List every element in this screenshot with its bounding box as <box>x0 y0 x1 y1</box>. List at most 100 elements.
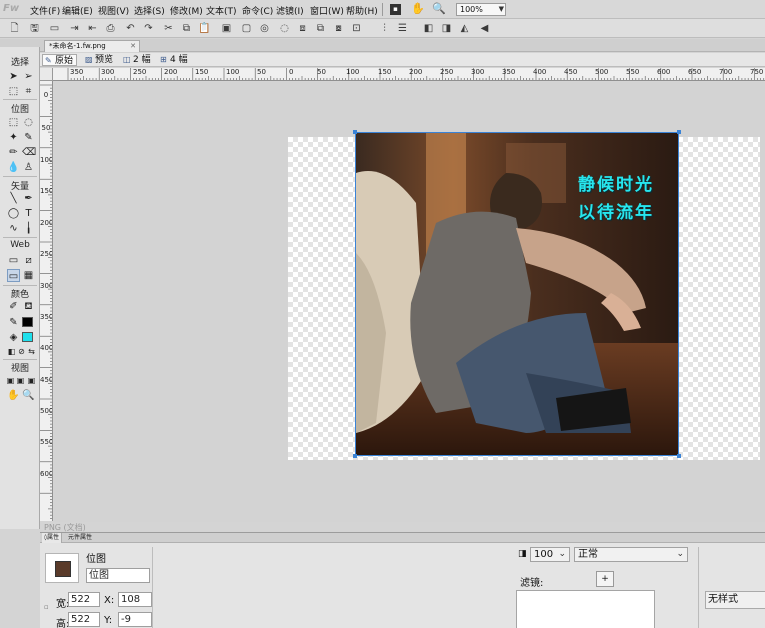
text-tool-icon[interactable]: T <box>22 207 35 220</box>
menu-filters[interactable]: 滤镜(I) <box>276 4 304 17</box>
zoom-icon[interactable]: 🔍 <box>432 2 446 16</box>
menu-commands[interactable]: 命令(C) <box>242 4 273 17</box>
fill-color-icon[interactable]: ◈ <box>7 331 20 344</box>
bring-forward-icon[interactable]: ⧉ <box>314 22 327 35</box>
screen-mode-icon[interactable]: ▪ <box>390 4 401 15</box>
hand-icon[interactable]: ✋ <box>411 2 425 16</box>
view-preview-button[interactable]: ▨ 预览 <box>83 54 116 66</box>
paint-bucket-icon[interactable]: ⛾ <box>22 300 35 313</box>
ruler-corner[interactable] <box>40 68 53 81</box>
align-icon[interactable]: ⫶ <box>378 22 391 35</box>
resize-handle[interactable] <box>677 454 681 458</box>
view-4up-button[interactable]: ⊞ 4 幅 <box>158 54 191 66</box>
fill-color-swatch[interactable] <box>22 332 33 342</box>
eyedropper-tool-icon[interactable]: ✐ <box>7 300 20 313</box>
width-field[interactable]: 522 <box>68 592 100 607</box>
add-filter-button[interactable]: + <box>596 571 614 587</box>
blend-mode-select[interactable]: 正常 ⌄ <box>574 547 688 562</box>
undo-icon[interactable]: ↶ <box>124 22 137 35</box>
crop-tool-icon[interactable]: ⌗ <box>22 85 35 98</box>
magic-wand-icon[interactable]: ✦ <box>7 131 20 144</box>
object-name-field[interactable]: 位图 <box>86 568 150 583</box>
pencil-tool-icon[interactable]: ✏ <box>7 146 20 159</box>
copy-icon[interactable]: ⧉ <box>180 22 193 35</box>
paste-icon[interactable]: 📋 <box>198 22 211 35</box>
pen-tool-icon[interactable]: ✒ <box>22 192 35 205</box>
menu-modify[interactable]: 修改(M) <box>170 4 203 17</box>
new-file-icon[interactable]: 🗋 <box>8 22 21 35</box>
ellipse-tool-icon[interactable]: ◯ <box>7 207 20 220</box>
view-original-button[interactable]: ✎ 原始 <box>42 54 78 66</box>
hotspot-tool-icon[interactable]: ▭ <box>7 254 20 267</box>
bitmap-image[interactable]: 静候时光 以待流年 <box>355 132 679 456</box>
document-tab[interactable]: *未命名-1.fw.png ✕ <box>44 40 140 52</box>
rotate-right-icon[interactable]: ◨ <box>440 22 453 35</box>
align-dropdown-icon[interactable]: ☰ <box>396 22 409 35</box>
stroke-color-swatch[interactable] <box>22 317 33 327</box>
horizontal-ruler[interactable]: 350 300 250 200 150 100 50 0 50 100 150 … <box>53 68 765 81</box>
y-field[interactable]: -9 <box>118 612 152 627</box>
split-icon[interactable]: ◌ <box>278 22 291 35</box>
vertical-ruler[interactable]: 0 50 100 150 200 250 300 350 400 450 500… <box>40 81 53 521</box>
bring-front-icon[interactable]: ⧈ <box>296 22 309 35</box>
hand-tool-icon[interactable]: ✋ <box>7 389 20 402</box>
menu-edit[interactable]: 编辑(E) <box>62 4 93 17</box>
menu-text[interactable]: 文本(T) <box>206 4 237 17</box>
style-select[interactable]: 无样式 <box>705 591 765 609</box>
resize-handle[interactable] <box>677 130 681 134</box>
resize-handle[interactable] <box>353 130 357 134</box>
menu-help[interactable]: 帮助(H) <box>346 4 378 17</box>
marquee-tool-icon[interactable]: ⬚ <box>7 116 20 129</box>
freeform-tool-icon[interactable]: ∿ <box>7 222 20 235</box>
export-icon[interactable]: ⇤ <box>86 22 99 35</box>
tab-symbol-properties[interactable]: 元件属性 <box>66 533 94 543</box>
x-field[interactable]: 108 <box>118 592 152 607</box>
show-slices-icon[interactable]: ▦ <box>22 269 35 282</box>
close-icon[interactable]: ✕ <box>130 41 136 52</box>
scale-tool-icon[interactable]: ⬚ <box>7 85 20 98</box>
filters-list[interactable] <box>516 590 655 628</box>
opacity-field[interactable]: 100 ⌄ <box>530 547 570 562</box>
swap-colors-icon[interactable]: ⇆ <box>25 345 38 358</box>
group-icon[interactable]: ▣ <box>220 22 233 35</box>
subselect-tool-icon[interactable]: ➢ <box>22 70 35 83</box>
zoom-level-select[interactable]: 100% ▼ <box>456 3 506 16</box>
blur-tool-icon[interactable]: 💧 <box>7 161 20 174</box>
menu-select[interactable]: 选择(S) <box>134 4 165 17</box>
lasso-tool-icon[interactable]: ◌ <box>22 116 35 129</box>
menu-file[interactable]: 文件(F) <box>30 4 60 17</box>
zoom-tool-icon[interactable]: 🔍 <box>22 389 35 402</box>
panel-grip[interactable] <box>0 39 40 47</box>
canvas-area[interactable]: 静候时光 以待流年 <box>54 82 765 522</box>
flip-vertical-icon[interactable]: ◀ <box>478 22 491 35</box>
send-backward-icon[interactable]: ⧇ <box>332 22 345 35</box>
pointer-tool-icon[interactable]: ➤ <box>7 70 20 83</box>
rotate-left-icon[interactable]: ◧ <box>422 22 435 35</box>
brush-tool-icon[interactable]: ✎ <box>22 131 35 144</box>
line-tool-icon[interactable]: ╲ <box>7 192 20 205</box>
import-icon[interactable]: ⇥ <box>68 22 81 35</box>
cut-icon[interactable]: ✂ <box>162 22 175 35</box>
view-2up-button[interactable]: ◫ 2 幅 <box>121 54 154 66</box>
tab-properties[interactable]: ◊属性 <box>42 533 62 543</box>
height-field[interactable]: 522 <box>68 612 100 627</box>
open-icon[interactable]: ▭ <box>48 22 61 35</box>
eraser-tool-icon[interactable]: ⌫ <box>22 146 36 159</box>
knife-tool-icon[interactable]: ╽ <box>22 222 35 235</box>
resize-handle[interactable] <box>353 454 357 458</box>
redo-icon[interactable]: ↷ <box>142 22 155 35</box>
save-icon[interactable]: 🖫 <box>28 22 41 35</box>
print-icon[interactable]: ⎙ <box>104 22 117 35</box>
slice-tool-icon[interactable]: ⧄ <box>22 254 35 267</box>
menu-window[interactable]: 窗口(W) <box>310 4 344 17</box>
send-back-icon[interactable]: ⊡ <box>350 22 363 35</box>
stroke-color-icon[interactable]: ✎ <box>7 316 20 329</box>
hide-slices-icon[interactable]: ▭ <box>7 269 20 282</box>
constrain-icon[interactable]: ▫ <box>44 603 49 611</box>
fullscreen-icon[interactable]: ▣ <box>25 374 38 387</box>
ungroup-icon[interactable]: ▢ <box>240 22 253 35</box>
join-icon[interactable]: ◎ <box>258 22 271 35</box>
rubber-stamp-icon[interactable]: ♙ <box>22 161 35 174</box>
flip-horizontal-icon[interactable]: ◭ <box>458 22 471 35</box>
menu-view[interactable]: 视图(V) <box>98 4 129 17</box>
